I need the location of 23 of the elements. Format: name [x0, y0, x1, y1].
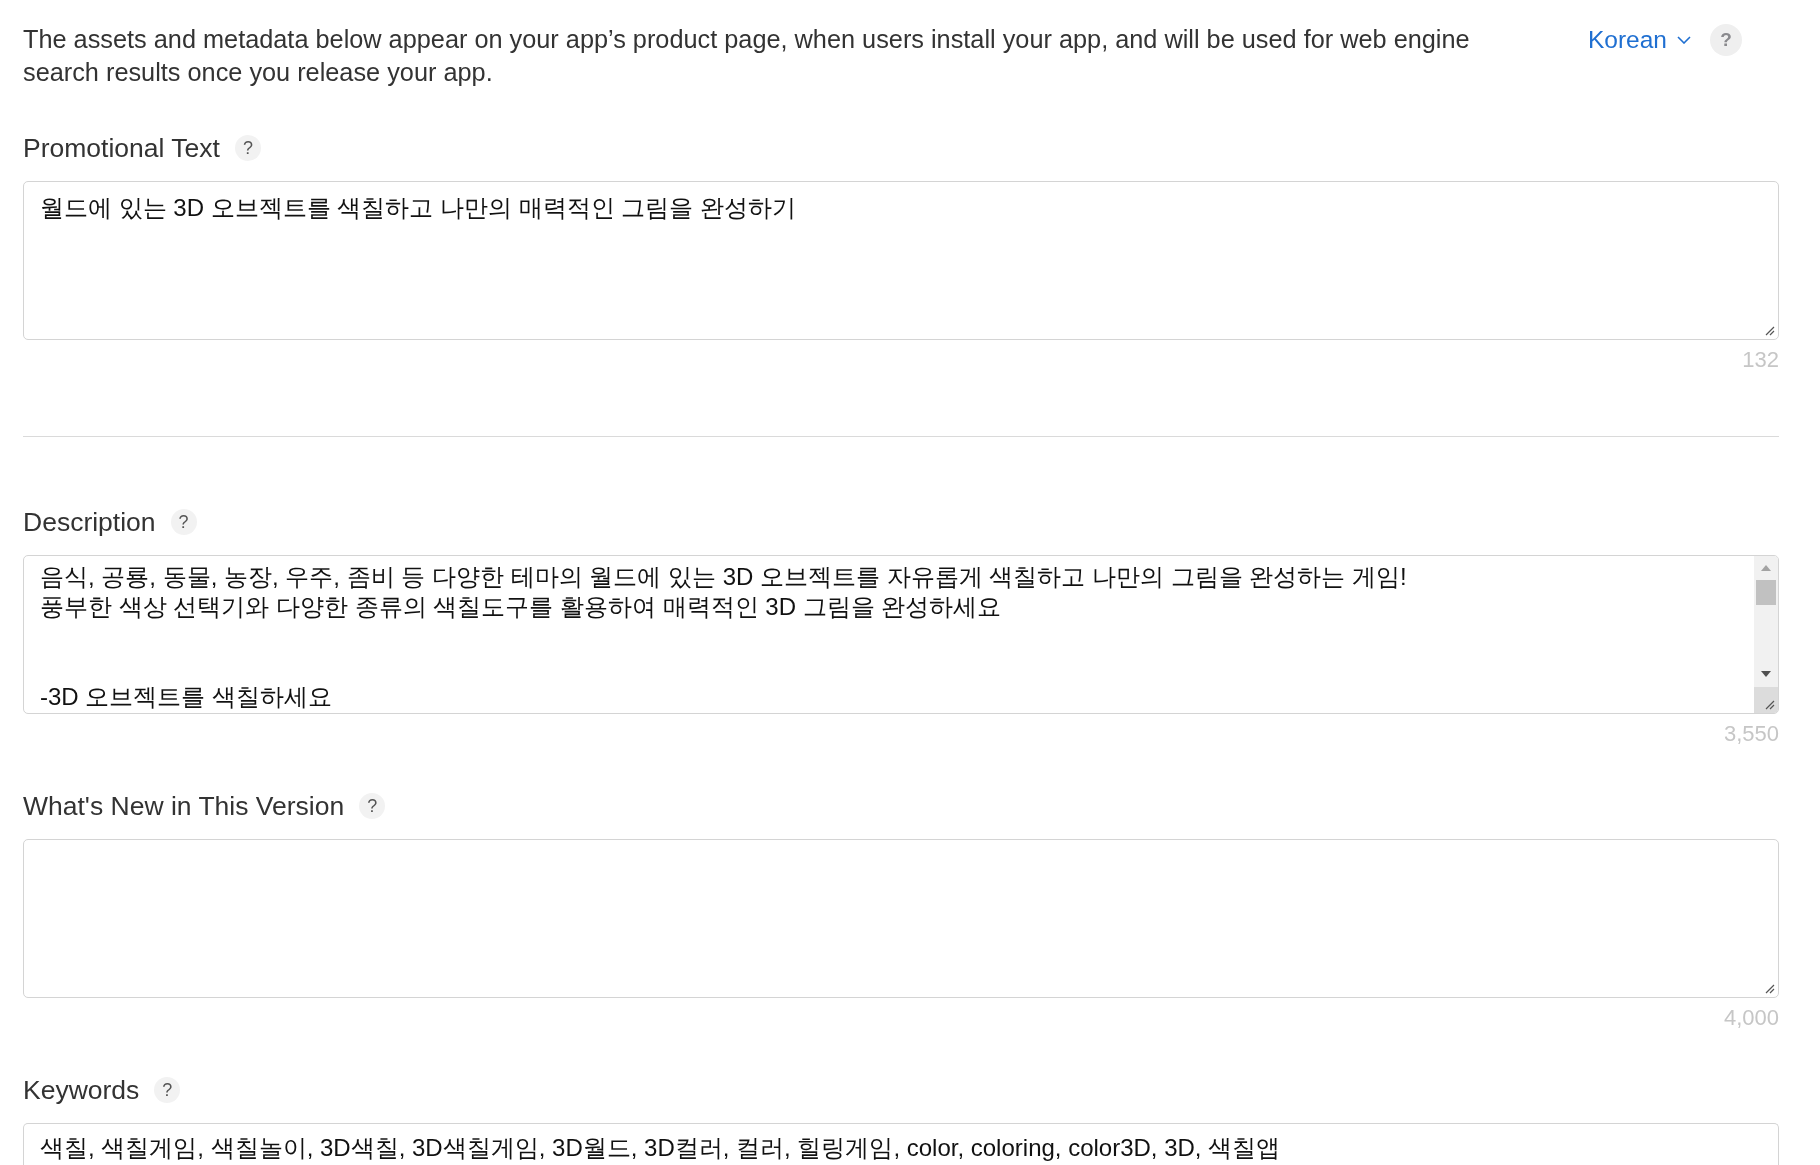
field-label: Keywords — [23, 1076, 140, 1104]
text-input[interactable]: 색칠, 색칠게임, 색칠놀이, 3D색칠, 3D색칠게임, 3D월드, 3D컬러, 컬러, 힐링게임, color, coloring, color3D, 3D, 색칠앱 — [23, 1123, 1779, 1165]
scroll-down-arrow-icon[interactable] — [1761, 671, 1771, 677]
field-label: What's New in This Version — [23, 792, 345, 820]
language-dropdown[interactable]: Korean — [1588, 24, 1691, 56]
character-count: 132 — [1742, 348, 1779, 372]
character-count: 3,550 — [1723, 722, 1779, 746]
scrollbar-thumb[interactable] — [1756, 580, 1776, 605]
help-button[interactable]: ? — [359, 793, 386, 819]
character-count: 4,000 — [1723, 1006, 1779, 1030]
intro-text: The assets and metadata below appear on your app’s product page, when users install your app, and will be used for web engine search results once you release your app. — [23, 24, 1471, 88]
scrollbar[interactable] — [1754, 556, 1778, 687]
help-button[interactable]: ? — [154, 1077, 181, 1103]
resize-grip-icon[interactable] — [1765, 984, 1775, 994]
chevron-down-icon — [1677, 36, 1691, 44]
text-area[interactable]: 음식, 공룡, 동물, 농장, 우주, 좀비 등 다양한 테마의 월드에 있는 3D 오브젝트를 자유롭게 색칠하고 나만의 그림을 완성하는 게임! 풍부한 색상 선택기와 다양한 종류의 색칠도구를 활용하여 매력적인 3D 그림을 완성하세요 -3D 오브젝트를 색칠하세요 — [23, 555, 1779, 714]
resize-grip-icon[interactable] — [1765, 326, 1775, 336]
field-label: Description — [23, 508, 156, 536]
help-button[interactable]: ? — [234, 135, 261, 161]
resize-grip-icon[interactable] — [1765, 700, 1775, 710]
field-label: Promotional Text — [23, 134, 220, 162]
text-area[interactable]: 월드에 있는 3D 오브젝트를 색칠하고 나만의 매력적인 그림을 완성하기 — [23, 181, 1779, 340]
help-button[interactable]: ? — [170, 509, 197, 535]
